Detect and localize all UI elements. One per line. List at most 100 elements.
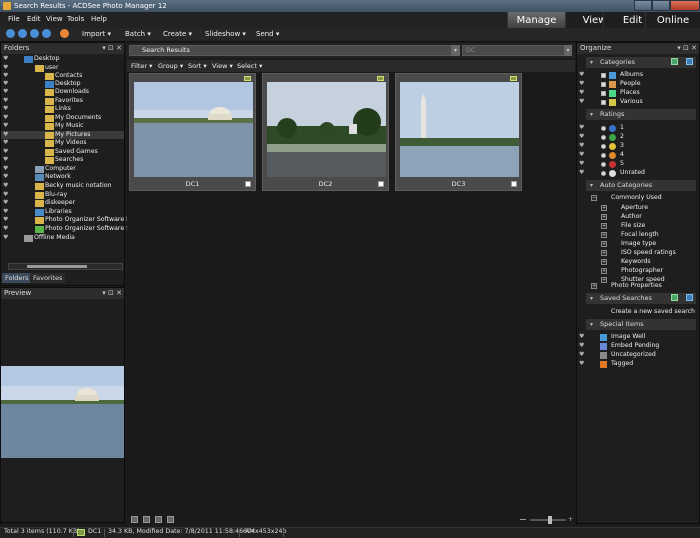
menu-tools[interactable]: Tools [67, 15, 84, 23]
expand-icon[interactable]: + [601, 223, 607, 229]
tree-libraries[interactable]: Libraries [45, 208, 72, 215]
tree-offline-media[interactable]: Offline Media [34, 234, 75, 241]
folder-include-toggle[interactable]: ♥ [3, 165, 8, 172]
tree-searches[interactable]: Searches [55, 156, 83, 163]
rating-radio[interactable] [601, 153, 606, 158]
rating-5[interactable]: 5 [620, 160, 624, 167]
tab-manage[interactable]: Manage [507, 12, 565, 29]
rating-radio[interactable] [601, 162, 606, 167]
auto-category-item[interactable]: Aperture [621, 204, 648, 211]
folder-include-toggle[interactable]: ♥ [3, 199, 8, 206]
category-various[interactable]: Various [620, 98, 643, 105]
category-checkbox[interactable] [601, 82, 606, 87]
rating-toggle[interactable]: ♥ [579, 151, 584, 158]
thumbnail-dc1[interactable]: DC1 [129, 73, 256, 191]
slider-thumb[interactable] [548, 516, 552, 524]
folder-include-toggle[interactable]: ♥ [3, 139, 8, 146]
folder-include-toggle[interactable]: ♥ [3, 72, 8, 79]
tree-blu-ray[interactable]: Blu-ray [45, 191, 67, 198]
rating-radio[interactable] [601, 126, 606, 131]
rating-radio[interactable] [601, 135, 606, 140]
folder-include-toggle[interactable]: ♥ [3, 182, 8, 189]
category-checkbox[interactable] [601, 73, 606, 78]
sort-menu[interactable]: Sort ▾ [188, 62, 207, 70]
tree-becky-music[interactable]: Becky music notation [45, 182, 111, 189]
rating-1[interactable]: 1 [620, 124, 624, 131]
rating-toggle[interactable]: ♥ [579, 124, 584, 131]
category-places[interactable]: Places [620, 89, 640, 96]
tab-favorites[interactable]: Favorites [30, 273, 66, 283]
special-embed-pending[interactable]: Embed Pending [611, 342, 659, 349]
group-menu[interactable]: Group ▾ [158, 62, 183, 70]
auto-category-item[interactable]: ISO speed ratings [621, 249, 676, 256]
tree-user[interactable]: user [45, 64, 59, 71]
view-menu[interactable]: View ▾ [212, 62, 233, 70]
rating-toggle[interactable]: ♥ [579, 133, 584, 140]
category-checkbox[interactable] [601, 91, 606, 96]
organize-panel-controls[interactable]: ▾ ⊡ ✕ [677, 43, 697, 54]
batch-menu[interactable]: Batch ▾ [125, 30, 151, 38]
category-options-icon[interactable] [686, 58, 693, 65]
category-albums[interactable]: Albums [620, 71, 643, 78]
expand-icon[interactable]: + [601, 214, 607, 220]
send-menu[interactable]: Send ▾ [256, 30, 279, 38]
menu-view[interactable]: View [46, 15, 63, 23]
rating-toggle[interactable]: ♥ [579, 169, 584, 176]
auto-category-item[interactable]: Author [621, 213, 642, 220]
tree-favorites[interactable]: Favorites [55, 97, 83, 104]
import-menu[interactable]: Import ▾ [82, 30, 111, 38]
tree-desktop[interactable]: Desktop [55, 80, 81, 87]
filter-menu[interactable]: Filter ▾ [131, 62, 152, 70]
special-toggle[interactable]: ♥ [579, 351, 584, 358]
tree-links[interactable]: Links [55, 105, 71, 112]
tree-my-music[interactable]: My Music [55, 122, 84, 129]
tab-online[interactable]: Online [645, 12, 700, 29]
special-image-well[interactable]: Image Well [611, 333, 645, 340]
ratings-section[interactable]: ▾ Ratings [586, 109, 696, 120]
back-icon[interactable] [6, 29, 15, 38]
special-uncategorized[interactable]: Uncategorized [611, 351, 656, 358]
special-tagged[interactable]: Tagged [611, 360, 633, 367]
auto-categories-section[interactable]: ▾ Auto Categories [586, 180, 696, 191]
menu-edit[interactable]: Edit [27, 15, 41, 23]
tree-network[interactable]: Network [45, 173, 71, 180]
new-saved-search-icon[interactable] [671, 294, 678, 301]
auto-category-item[interactable]: Keywords [621, 258, 651, 265]
folders-panel-controls[interactable]: ▾ ⊡ ✕ [102, 43, 122, 54]
rotate-icon[interactable] [155, 516, 162, 523]
folder-include-toggle[interactable]: ♥ [3, 208, 8, 215]
maximize-button[interactable] [652, 0, 670, 11]
special-items-section[interactable]: ▾ Special Items [586, 319, 696, 330]
category-toggle[interactable]: ♥ [579, 71, 584, 78]
tree-desktop-root[interactable]: Desktop [34, 55, 60, 62]
special-toggle[interactable]: ♥ [579, 333, 584, 340]
folder-include-toggle[interactable]: ♥ [3, 156, 8, 163]
tree-downloads[interactable]: Downloads [55, 88, 89, 95]
folder-include-toggle[interactable]: ♥ [3, 114, 8, 121]
collapse-icon[interactable]: − [591, 195, 597, 201]
expand-icon[interactable]: + [601, 250, 607, 256]
tab-folders[interactable]: Folders [2, 273, 32, 283]
tree-saved-games[interactable]: Saved Games [55, 148, 98, 155]
rating-2[interactable]: 2 [620, 133, 624, 140]
folder-include-toggle[interactable]: ♥ [3, 105, 8, 112]
expand-icon[interactable]: + [591, 283, 597, 289]
folder-include-toggle[interactable]: ♥ [3, 55, 8, 62]
tree-photo-organizer-source[interactable]: Photo Organizer Software Sou [45, 225, 138, 232]
preview-panel-controls[interactable]: ▾ ⊡ ✕ [102, 288, 122, 299]
expand-icon[interactable]: + [601, 268, 607, 274]
auto-category-item[interactable]: Image type [621, 240, 656, 247]
category-toggle[interactable]: ♥ [579, 98, 584, 105]
folder-include-toggle[interactable]: ♥ [3, 148, 8, 155]
photo-properties-group[interactable]: Photo Properties [611, 282, 662, 289]
tree-diskeeper[interactable]: diskeeper [45, 199, 75, 206]
auto-category-item[interactable]: Focal length [621, 231, 659, 238]
photo-icon[interactable] [60, 29, 69, 38]
expand-icon[interactable]: + [601, 277, 607, 283]
menu-file[interactable]: File [8, 15, 20, 23]
tree-computer[interactable]: Computer [45, 165, 76, 172]
rating-4[interactable]: 4 [620, 151, 624, 158]
folders-horizontal-scrollbar[interactable] [8, 263, 123, 270]
category-toggle[interactable]: ♥ [579, 89, 584, 96]
expand-icon[interactable]: + [601, 241, 607, 247]
